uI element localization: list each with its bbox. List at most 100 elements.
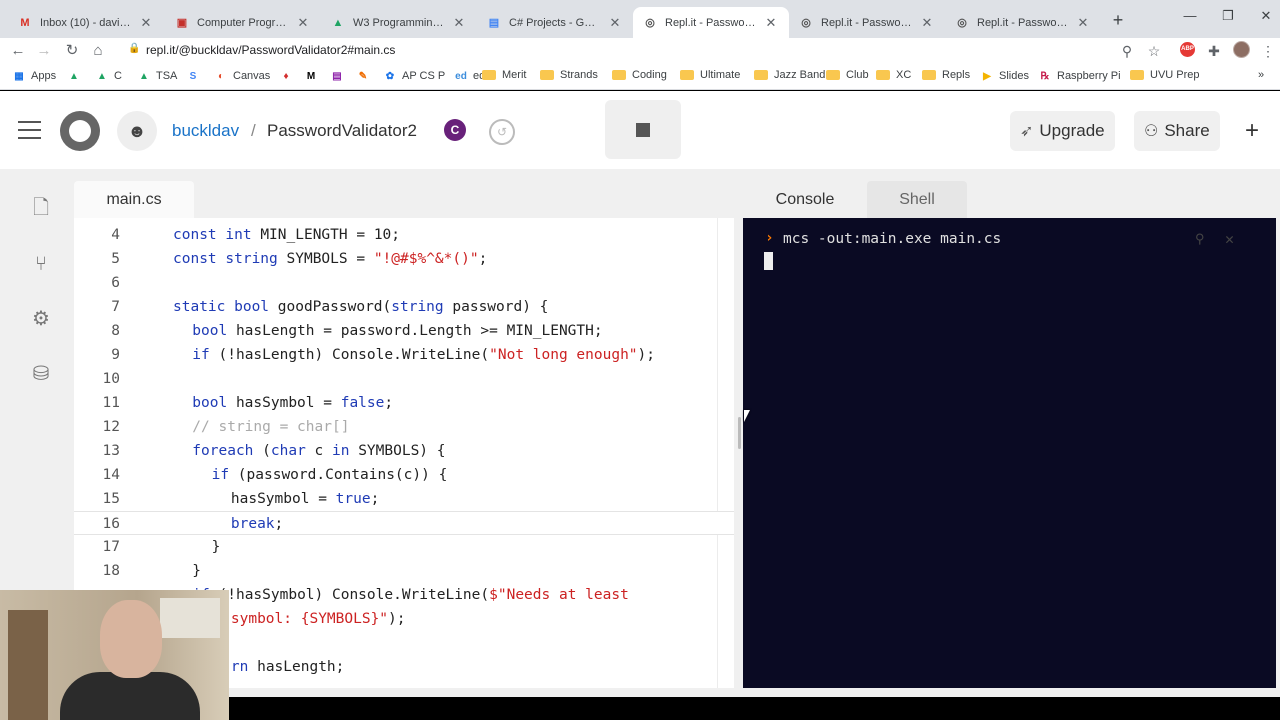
- new-tab-button[interactable]: +: [1108, 10, 1128, 30]
- browser-tab[interactable]: ▲ W3 Programming I - G ✕: [321, 7, 477, 38]
- bookmark-item[interactable]: Coding: [612, 69, 667, 81]
- bookmark-item[interactable]: ♦: [279, 69, 298, 83]
- user-avatar[interactable]: ☻: [117, 111, 157, 151]
- add-icon[interactable]: +: [1245, 117, 1259, 145]
- bookmark-item[interactable]: ▲ TSA: [137, 69, 177, 83]
- bookmark-item[interactable]: Ultimate: [680, 69, 740, 81]
- forward-icon[interactable]: →: [34, 41, 54, 61]
- code-token: rn: [230, 659, 258, 675]
- close-tab-icon[interactable]: ✕: [1075, 15, 1091, 31]
- menu-kebab-icon[interactable]: ⋮: [1258, 41, 1278, 61]
- files-icon[interactable]: 🗋: [28, 195, 54, 221]
- console-clear-icon[interactable]: ✕: [1225, 230, 1234, 248]
- settings-gear-icon[interactable]: ⚙: [28, 306, 54, 332]
- code-line[interactable]: 7 static bool goodPassword(string passwor…: [74, 295, 734, 319]
- browser-tab[interactable]: ◎ Repl.it - PasswordValid ✕: [789, 7, 945, 38]
- upgrade-button[interactable]: ➶ Upgrade: [1010, 111, 1115, 151]
- minimize-button[interactable]: —: [1178, 8, 1202, 23]
- bookmark-item[interactable]: M: [304, 69, 323, 83]
- bookmark-item[interactable]: UVU Prep: [1130, 69, 1200, 81]
- address-bar[interactable]: repl.it/@buckldav/PasswordValidator2#mai…: [146, 43, 395, 57]
- code-line[interactable]: 14 if (password.Contains(c)) {: [74, 463, 734, 487]
- bookmark-label: Strands: [560, 69, 598, 81]
- browser-tab[interactable]: ▤ C# Projects - Google D ✕: [477, 7, 633, 38]
- more-bookmarks-icon[interactable]: »: [1258, 69, 1264, 81]
- code-line[interactable]: 16 break;: [74, 511, 734, 535]
- code-text: static bool goodPassword(string password…: [173, 295, 548, 319]
- bookmark-label: Coding: [632, 69, 667, 81]
- bookmark-item[interactable]: ✿ AP CS P: [383, 69, 445, 83]
- repl-name[interactable]: PasswordValidator2: [267, 121, 417, 141]
- home-icon[interactable]: ⌂: [88, 41, 108, 61]
- tab-shell[interactable]: Shell: [867, 181, 967, 218]
- bookmark-star-icon[interactable]: ☆: [1144, 41, 1164, 61]
- code-token: bool: [192, 323, 236, 339]
- extensions-icon[interactable]: ✚: [1204, 41, 1224, 61]
- close-tab-icon[interactable]: ✕: [607, 15, 623, 31]
- bookmark-item[interactable]: ▤: [330, 69, 349, 83]
- browser-tab[interactable]: ▣ Computer Programmin ✕: [165, 7, 321, 38]
- stop-button[interactable]: [605, 100, 681, 159]
- zoom-icon[interactable]: ⚲: [1117, 41, 1137, 61]
- bookmark-item[interactable]: ed ed: [454, 69, 485, 83]
- hamburger-menu-icon[interactable]: [18, 121, 41, 145]
- code-text: bool hasSymbol = false;: [192, 391, 393, 415]
- browser-tab[interactable]: ◎ Repl.it - PasswordValid ✕: [633, 7, 789, 38]
- bookmark-item[interactable]: ✎: [356, 69, 375, 83]
- bookmark-label: Club: [846, 69, 869, 81]
- code-line[interactable]: 18}: [74, 559, 734, 583]
- code-text: // string = char[]: [192, 415, 349, 439]
- bookmark-item[interactable]: Repls: [922, 69, 970, 81]
- bookmark-item[interactable]: S: [186, 69, 205, 83]
- close-tab-icon[interactable]: ✕: [295, 15, 311, 31]
- bookmark-item[interactable]: Merit: [482, 69, 526, 81]
- console-panel[interactable]: › mcs -out:main.exe main.cs ⚲ ✕: [743, 218, 1276, 688]
- console-search-icon[interactable]: ⚲: [1195, 232, 1205, 247]
- replit-logo[interactable]: [60, 111, 100, 151]
- code-line[interactable]: 5 const string SYMBOLS = "!@#$%^&*()";: [74, 247, 734, 271]
- browser-tab[interactable]: ◎ Repl.it - PasswordValid ✕: [945, 7, 1101, 38]
- code-line[interactable]: 11 bool hasSymbol = false;: [74, 391, 734, 415]
- version-control-icon[interactable]: ⑂: [28, 251, 54, 277]
- code-line[interactable]: 9 if (!hasLength) Console.WriteLine("Not …: [74, 343, 734, 367]
- bookmark-item[interactable]: ▦ Apps: [12, 69, 56, 83]
- share-button[interactable]: ⚇ Share: [1134, 111, 1220, 151]
- browser-tab[interactable]: M Inbox (10) - david.buck ✕: [8, 7, 164, 38]
- code-line[interactable]: 10: [74, 367, 734, 391]
- file-tab-main-cs[interactable]: main.cs: [74, 181, 194, 218]
- back-icon[interactable]: ←: [8, 41, 28, 61]
- code-line[interactable]: 15 hasSymbol = true;: [74, 487, 734, 511]
- bookmark-item[interactable]: Club: [826, 69, 869, 81]
- code-line[interactable]: 12 // string = char[]: [74, 415, 734, 439]
- tab-console[interactable]: Console: [743, 181, 867, 218]
- bookmark-item[interactable]: ▲: [67, 69, 86, 83]
- bookmark-item[interactable]: ▶ Slides: [980, 69, 1029, 83]
- history-icon[interactable]: ↺: [489, 119, 515, 145]
- code-line[interactable]: 4 const int MIN_LENGTH = 10;: [74, 223, 734, 247]
- adblock-icon[interactable]: ABP: [1180, 42, 1195, 57]
- bookmark-item[interactable]: ℞ Raspberry Pi: [1038, 69, 1121, 83]
- code-line[interactable]: 6: [74, 271, 734, 295]
- line-number: 8: [111, 323, 120, 339]
- bookmark-item[interactable]: ▲ C: [95, 69, 122, 83]
- bookmark-item[interactable]: Strands: [540, 69, 598, 81]
- pane-resize-handle[interactable]: [738, 417, 741, 449]
- bookmark-item[interactable]: Jazz Band: [754, 69, 825, 81]
- bookmark-item[interactable]: ◐ Canvas: [214, 69, 270, 83]
- close-window-button[interactable]: ✕: [1254, 8, 1278, 24]
- close-tab-icon[interactable]: ✕: [451, 15, 467, 31]
- code-line[interactable]: 8 bool hasLength = password.Length >= MIN…: [74, 319, 734, 343]
- code-line[interactable]: 13 foreach (char c in SYMBOLS) {: [74, 439, 734, 463]
- reload-icon[interactable]: ↻: [62, 41, 82, 61]
- bookmark-item[interactable]: XC: [876, 69, 911, 81]
- close-tab-icon[interactable]: ✕: [919, 15, 935, 31]
- close-tab-icon[interactable]: ✕: [763, 15, 779, 31]
- close-tab-icon[interactable]: ✕: [138, 15, 154, 31]
- username-link[interactable]: buckldav: [172, 121, 239, 141]
- database-icon[interactable]: ⛁: [28, 361, 54, 387]
- profile-avatar[interactable]: [1233, 41, 1250, 58]
- maximize-button[interactable]: ❐: [1216, 8, 1240, 24]
- folder-icon: [922, 70, 936, 80]
- code-line[interactable]: 17}: [74, 535, 734, 559]
- code-token: true: [335, 491, 371, 507]
